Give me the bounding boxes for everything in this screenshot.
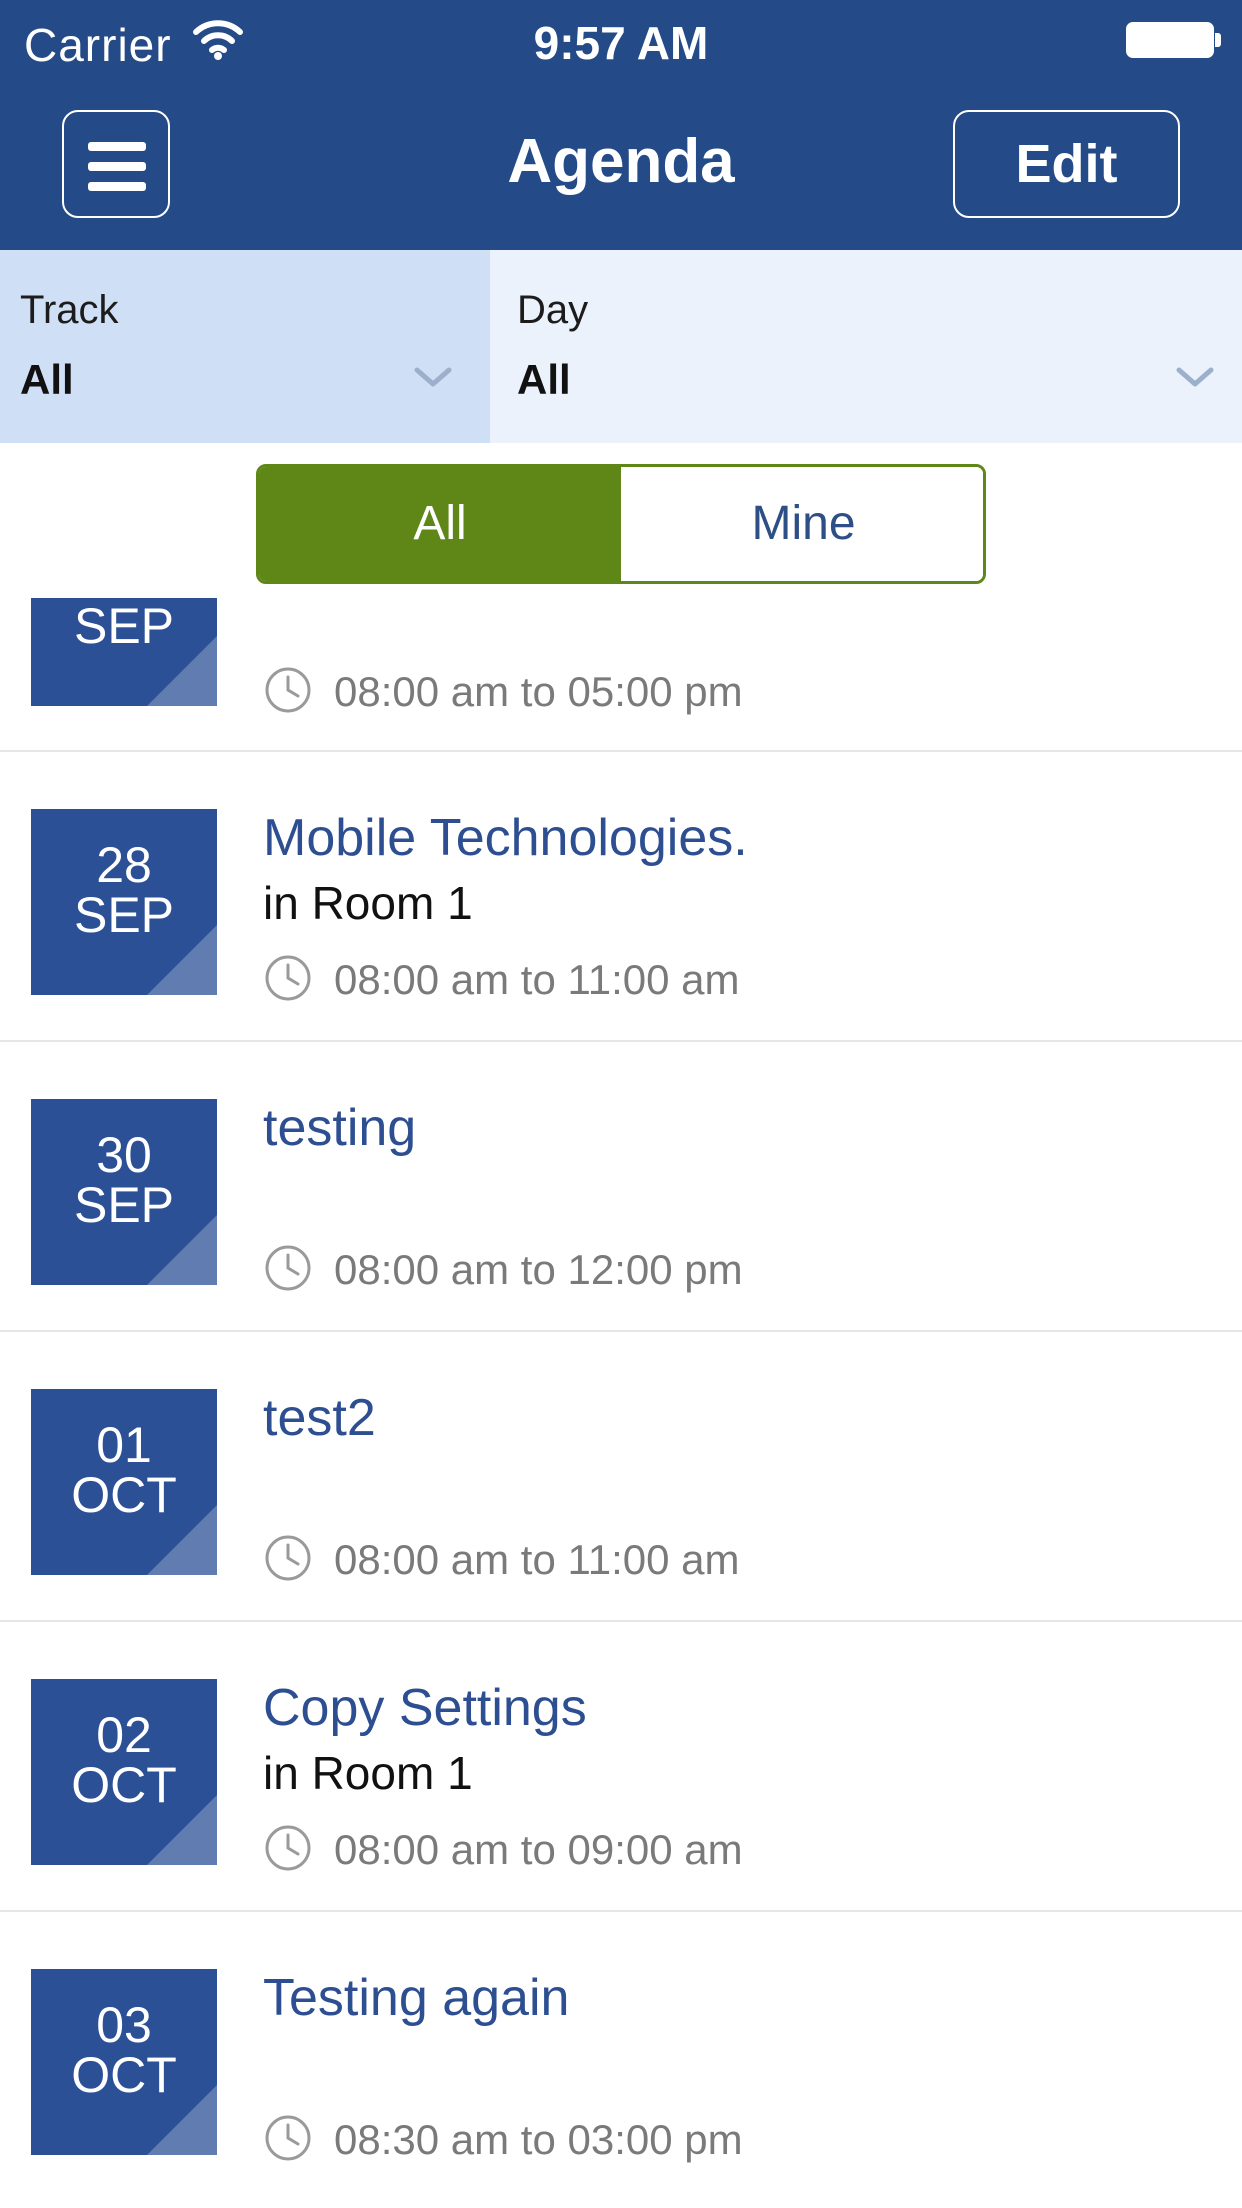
date-day: 28 <box>96 837 152 893</box>
status-time: 9:57 AM <box>533 17 709 69</box>
list-item[interactable]: SEP 08:00 am to 05:00 pm <box>0 598 1242 752</box>
date-badge: 01 OCT <box>31 1389 217 1575</box>
track-filter-value: All <box>20 356 74 403</box>
status-bar: Carrier 9:57 AM <box>0 0 1242 84</box>
session-time: 08:00 am to 12:00 pm <box>334 1246 743 1293</box>
clock-icon <box>265 2115 311 2161</box>
list-item[interactable]: 02 OCT Copy Settings in Room 1 08:00 am … <box>0 1622 1242 1912</box>
list-item[interactable]: 28 SEP Mobile Technologies. in Room 1 08… <box>0 752 1242 1042</box>
date-badge: SEP <box>31 598 217 706</box>
date-day: 01 <box>96 1417 152 1473</box>
session-title[interactable]: Testing again <box>263 1968 569 2028</box>
navigation-bar: Carrier 9:57 AM Agenda Edit <box>0 0 1242 250</box>
day-filter[interactable]: Day All <box>490 250 1242 443</box>
date-badge-corner <box>147 2085 217 2155</box>
session-time: 08:00 am to 11:00 am <box>334 956 740 1003</box>
session-title[interactable]: test2 <box>263 1388 376 1448</box>
list-item[interactable]: 03 OCT Testing again 08:30 am to 03:00 p… <box>0 1912 1242 2208</box>
date-badge: 30 SEP <box>31 1099 217 1285</box>
battery-tip <box>1215 33 1221 47</box>
segment-mine[interactable]: Mine <box>621 467 983 581</box>
clock-icon <box>265 1535 311 1581</box>
day-filter-value: All <box>517 356 571 403</box>
date-day: 02 <box>96 1707 152 1763</box>
track-filter-label: Track <box>20 288 119 332</box>
session-title[interactable]: testing <box>263 1098 416 1158</box>
session-time: 08:00 am to 05:00 pm <box>334 668 743 715</box>
session-title[interactable]: Mobile Technologies. <box>263 808 748 868</box>
track-filter[interactable]: Track All <box>0 250 490 443</box>
date-day: 30 <box>96 1127 152 1183</box>
date-badge: 02 OCT <box>31 1679 217 1865</box>
date-badge-corner <box>147 636 217 706</box>
date-badge-corner <box>147 1795 217 1865</box>
date-badge-corner <box>147 925 217 995</box>
date-badge: 28 SEP <box>31 809 217 995</box>
segment-all[interactable]: All <box>259 467 621 581</box>
session-room: in Room 1 <box>263 1747 473 1799</box>
chevron-down-icon <box>1176 367 1214 387</box>
clock-icon <box>265 1825 311 1871</box>
session-time: 08:30 am to 03:00 pm <box>334 2116 743 2163</box>
all-mine-segmented-control: All Mine <box>256 464 986 584</box>
clock-icon <box>265 1245 311 1291</box>
date-badge: 03 OCT <box>31 1969 217 2155</box>
session-title[interactable]: Copy Settings <box>263 1678 587 1738</box>
list-item[interactable]: 30 SEP testing 08:00 am to 12:00 pm <box>0 1042 1242 1332</box>
chevron-down-icon <box>414 367 452 387</box>
date-badge-corner <box>147 1505 217 1575</box>
session-room: in Room 1 <box>263 877 473 929</box>
day-filter-label: Day <box>517 288 589 332</box>
date-day: 03 <box>96 1997 152 2053</box>
clock-icon <box>265 955 311 1001</box>
session-time: 08:00 am to 11:00 am <box>334 1536 740 1583</box>
clock-icon <box>265 667 311 713</box>
list-item[interactable]: 01 OCT test2 08:00 am to 11:00 am <box>0 1332 1242 1622</box>
date-badge-corner <box>147 1215 217 1285</box>
battery-icon <box>1126 22 1214 58</box>
session-time: 08:00 am to 09:00 am <box>334 1826 743 1873</box>
edit-button[interactable]: Edit <box>953 110 1180 218</box>
